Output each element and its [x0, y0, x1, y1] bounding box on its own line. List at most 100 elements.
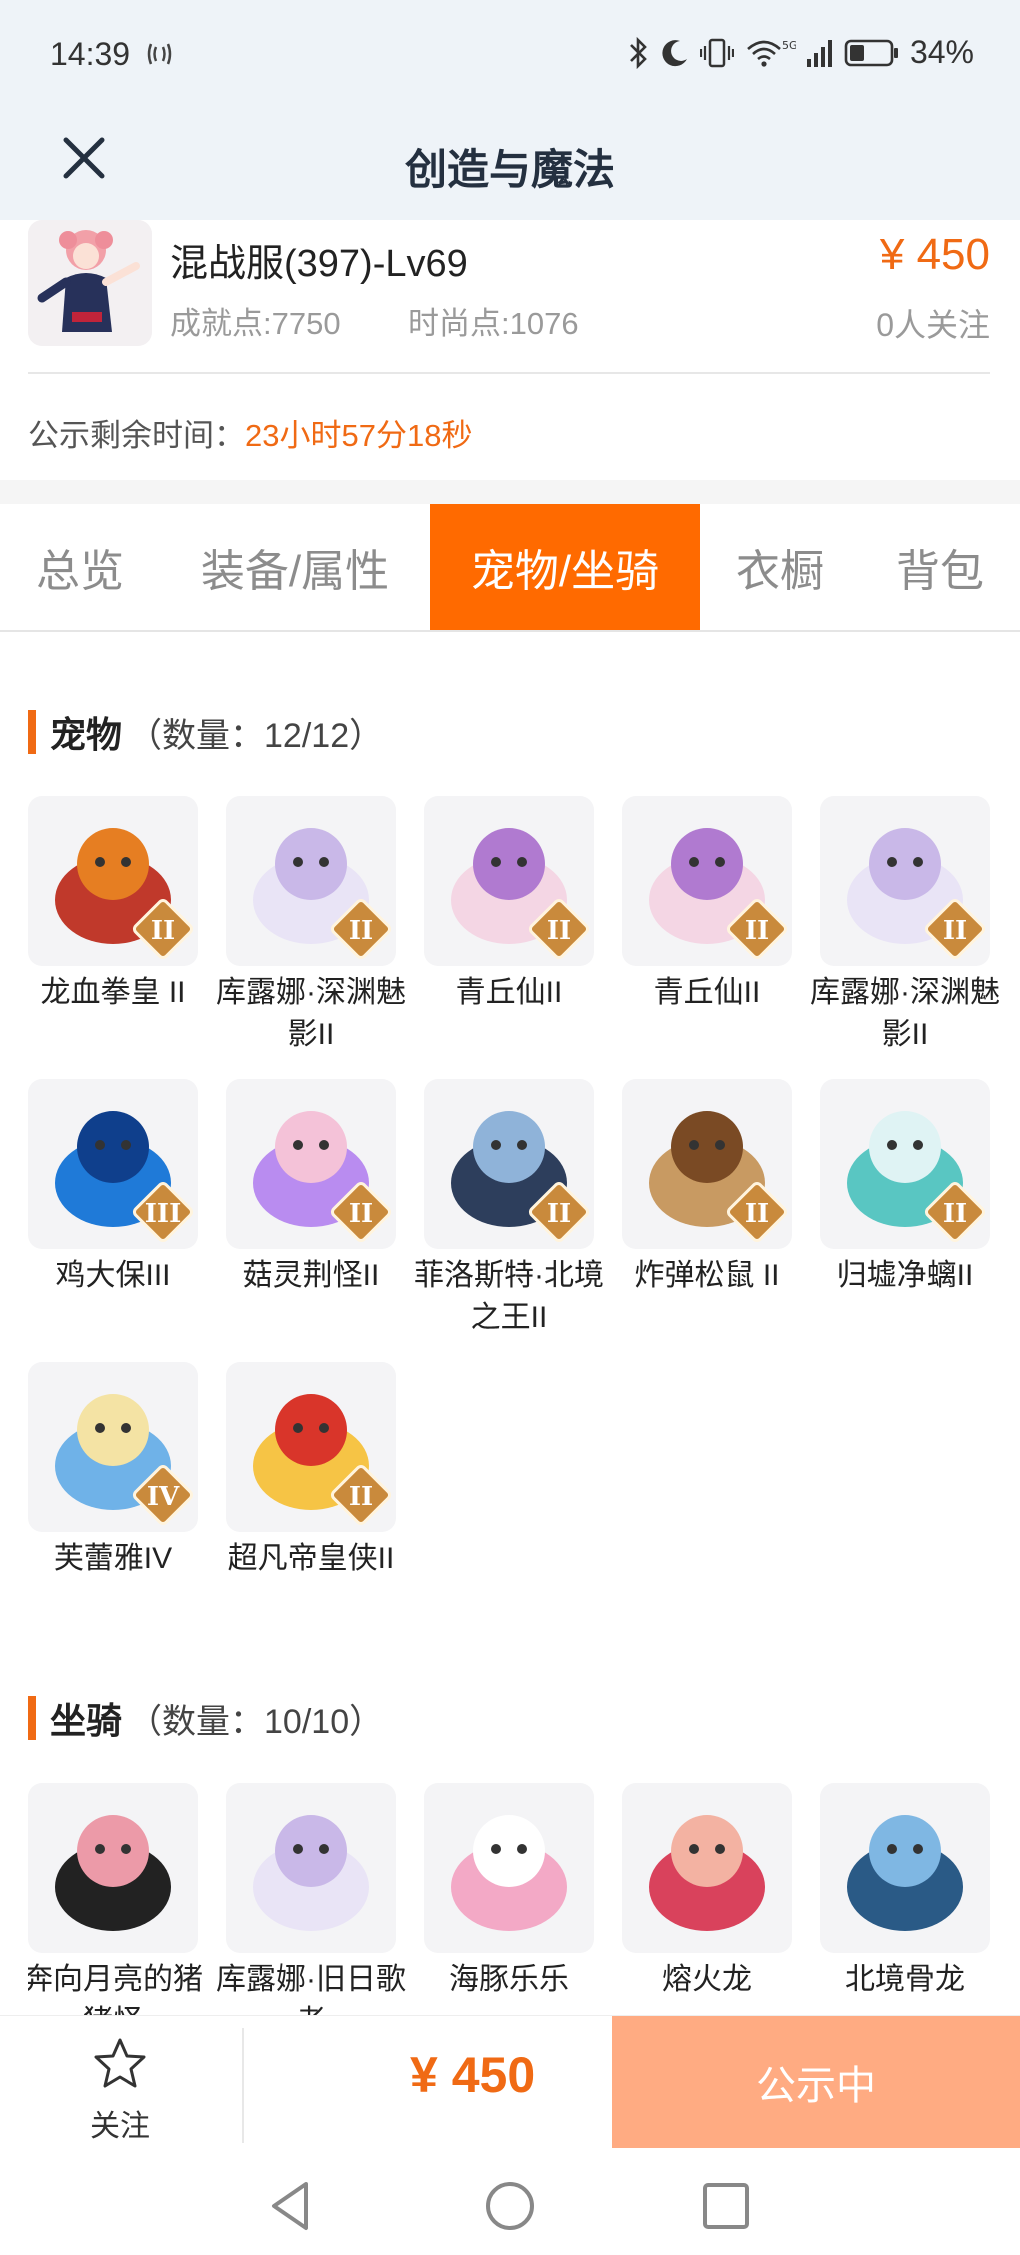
mount-name: 北境骨龙	[845, 1963, 965, 1996]
nfc-icon	[147, 43, 172, 65]
divider	[242, 2028, 244, 2143]
mount-portrait-icon	[55, 1815, 171, 1931]
back-icon[interactable]	[262, 2176, 322, 2236]
pet-thumbnail: II	[424, 796, 594, 966]
mount-name: 海豚乐乐	[449, 1963, 569, 1996]
follow-label: 关注	[90, 2110, 150, 2143]
mount-item[interactable]: 北境骨龙	[820, 1783, 990, 2001]
status-bar: 14:39 5G 34%	[0, 0, 1020, 112]
pet-thumbnail: II	[226, 796, 396, 966]
pet-thumbnail: III	[28, 1079, 198, 1249]
tab-equipment[interactable]: 装备/属性	[170, 504, 420, 630]
pet-thumbnail: II	[622, 796, 792, 966]
mounts-title: 坐骑	[50, 1700, 123, 1741]
avatar	[28, 220, 152, 346]
achievement-points: 成就点:7750	[170, 306, 341, 341]
pet-name: 青丘仙II	[653, 976, 761, 1009]
pet-item[interactable]: II 青丘仙II	[622, 796, 792, 1014]
tier-badge-label: III	[144, 1199, 182, 1229]
pet-name: 炸弹松鼠 II	[634, 1259, 780, 1292]
mount-name: 奔向月亮的猪猪怪	[28, 1963, 203, 2015]
star-icon	[94, 2038, 146, 2088]
mount-name: 库露娜·旧日歌者	[216, 1963, 406, 2015]
pet-item[interactable]: II 库露娜·深渊魅影II	[216, 796, 406, 1056]
home-icon[interactable]	[480, 2176, 540, 2236]
publicity-status-button[interactable]: 公示中	[612, 2016, 1020, 2148]
tab-backpack[interactable]: 背包	[870, 504, 1010, 630]
mount-item[interactable]: 库露娜·旧日歌者	[216, 1783, 406, 2015]
pet-name: 超凡帝皇侠II	[227, 1542, 395, 1575]
pet-name: 库露娜·深渊魅影II	[810, 976, 1000, 1051]
vibrate-icon	[699, 38, 734, 67]
mount-item[interactable]: 熔火龙	[622, 1783, 792, 2001]
tab-bar: 总览 装备/属性 宠物/坐骑 衣橱 背包	[0, 504, 1020, 632]
tab-overview[interactable]: 总览	[0, 504, 160, 630]
role-price: ¥ 450	[879, 230, 990, 279]
section-accent-bar	[28, 1696, 36, 1740]
pet-item[interactable]: IV 芙蕾雅IV	[28, 1362, 198, 1580]
tier-badge-label: II	[942, 1199, 968, 1229]
pet-item[interactable]: II 归墟净螭II	[820, 1079, 990, 1297]
pet-item[interactable]: II 龙血拳皇 II	[28, 796, 198, 1014]
mount-grid: 奔向月亮的猪猪怪库露娜·旧日歌者 海豚乐乐 熔火龙 北境骨龙	[28, 1783, 993, 2015]
tier-badge-label: II	[348, 916, 374, 946]
pet-thumbnail: II	[820, 1079, 990, 1249]
mount-portrait-icon	[649, 1815, 765, 1931]
tier-badge-label: II	[348, 1482, 374, 1512]
mount-thumbnail	[820, 1783, 990, 1953]
pet-thumbnail: II	[622, 1079, 792, 1249]
mount-portrait-icon	[451, 1815, 567, 1931]
status-icons: 5G 34%	[628, 34, 974, 71]
pets-title: 宠物	[50, 714, 123, 755]
pet-name: 青丘仙II	[455, 976, 563, 1009]
mount-item[interactable]: 奔向月亮的猪猪怪	[28, 1783, 203, 2015]
mount-portrait-icon	[253, 1815, 369, 1931]
tier-badge-label: II	[546, 1199, 572, 1229]
tier-badge-label: II	[744, 1199, 770, 1229]
follow-button[interactable]: 关注	[60, 2036, 180, 2143]
pet-name: 鸡大保III	[55, 1259, 171, 1292]
mount-name: 熔火龙	[662, 1963, 752, 1996]
pet-item[interactable]: II 菲洛斯特·北境之王II	[414, 1079, 604, 1339]
mounts-section-title: 坐骑 （数量：10/10）	[28, 1692, 383, 1744]
pet-item[interactable]: II 菇灵荆怪II	[226, 1079, 396, 1297]
fashion-points: 时尚点:1076	[408, 306, 579, 341]
pet-thumbnail: II	[28, 796, 198, 966]
pet-item[interactable]: II 库露娜·深渊魅影II	[810, 796, 1000, 1056]
section-accent-bar	[28, 710, 36, 754]
status-time: 14:39	[50, 36, 131, 72]
mount-thumbnail	[226, 1783, 396, 1953]
mount-thumbnail	[622, 1783, 792, 1953]
recents-icon[interactable]	[696, 2176, 756, 2236]
tier-badge-label: II	[744, 916, 770, 946]
countdown-value: 23小时57分18秒	[245, 418, 473, 453]
wifi-icon: 5G	[747, 39, 796, 67]
pet-item[interactable]: II 超凡帝皇侠II	[226, 1362, 396, 1580]
system-nav-bar	[0, 2150, 1020, 2255]
pet-thumbnail: II	[820, 796, 990, 966]
pet-item[interactable]: II 青丘仙II	[424, 796, 594, 1014]
mounts-count: （数量：10/10）	[128, 1702, 384, 1741]
bluetooth-icon	[630, 36, 647, 69]
pet-name: 菲洛斯特·北境之王II	[414, 1259, 604, 1334]
tier-badge-label: II	[546, 916, 572, 946]
follower-count: 0人关注	[876, 307, 990, 343]
mount-thumbnail	[424, 1783, 594, 1953]
tier-badge-label: II	[150, 916, 176, 946]
title-bar: 创造与魔法	[0, 112, 1020, 220]
character-portrait-icon	[28, 220, 152, 346]
bottom-price: ¥ 450	[410, 2047, 536, 2103]
bottom-action-bar: 关注 ¥ 450 公示中	[0, 2015, 1020, 2150]
divider	[28, 372, 990, 374]
pet-item[interactable]: III 鸡大保III	[28, 1079, 198, 1297]
pet-item[interactable]: II 炸弹松鼠 II	[622, 1079, 792, 1297]
tab-pets-mounts[interactable]: 宠物/坐骑	[430, 504, 700, 630]
svg-text:5G: 5G	[782, 39, 796, 52]
pet-name: 龙血拳皇 II	[40, 976, 186, 1009]
page-title: 创造与魔法	[404, 146, 615, 193]
mount-item[interactable]: 海豚乐乐	[424, 1783, 594, 2001]
signal-icon	[806, 39, 832, 67]
tab-wardrobe[interactable]: 衣橱	[705, 504, 855, 630]
pet-name: 归墟净螭II	[836, 1259, 974, 1292]
publicity-countdown: 公示剩余时间：23小时57分18秒	[28, 410, 472, 455]
